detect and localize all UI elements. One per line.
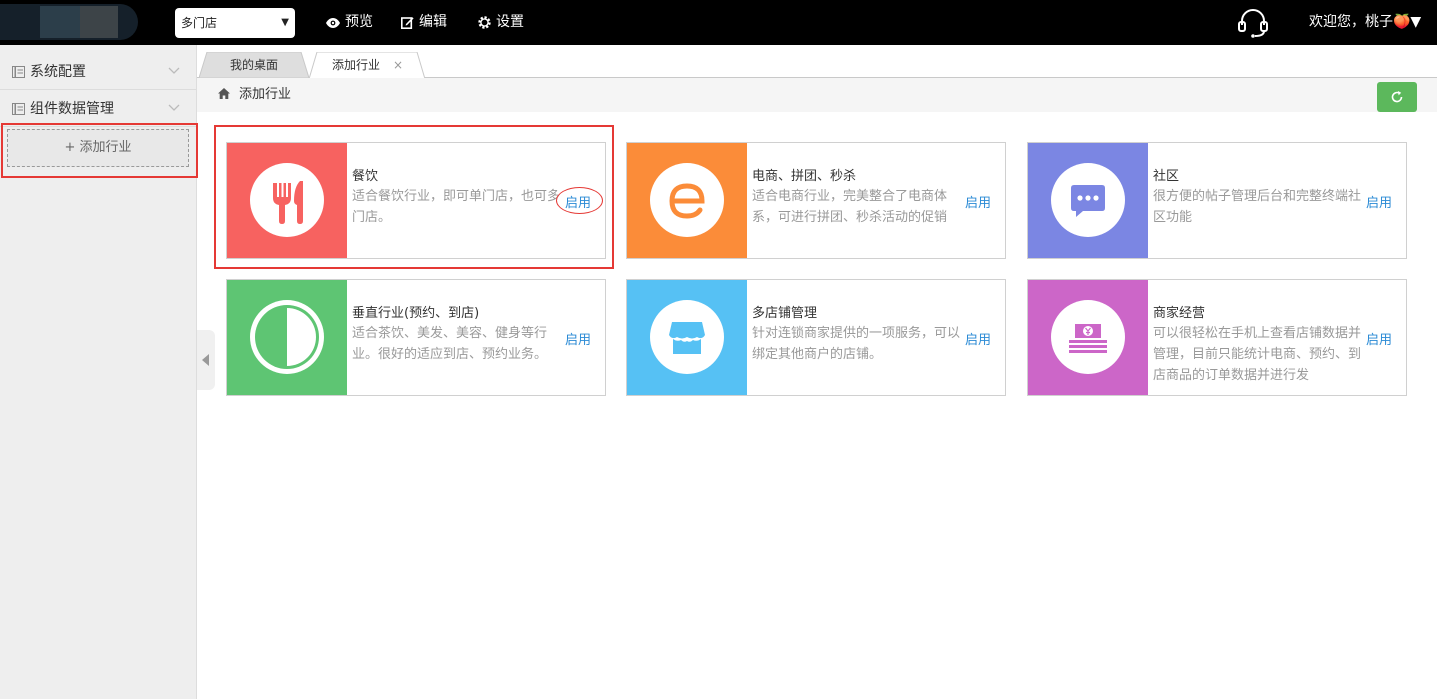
list-icon	[12, 103, 25, 115]
enable-button[interactable]: 启用	[565, 329, 591, 348]
card-thumbnail	[1028, 280, 1148, 395]
breadcrumb-current: 添加行业	[239, 87, 292, 102]
gear-icon	[478, 16, 491, 29]
sidebar-group-label: 系统配置	[30, 64, 86, 80]
enable-button[interactable]: 启用	[965, 192, 991, 211]
refresh-button[interactable]	[1377, 82, 1417, 112]
edit-button[interactable]: 编辑	[401, 0, 447, 45]
chevron-down-icon	[168, 104, 180, 111]
industry-card-community: 社区 很方便的帖子管理后台和完整终端社区功能 启用	[1027, 142, 1407, 259]
eye-icon	[326, 17, 340, 28]
card-thumbnail	[227, 280, 347, 395]
list-icon	[12, 66, 25, 78]
settings-button[interactable]: 设置	[478, 0, 524, 45]
logo	[0, 4, 140, 40]
fork-knife-icon	[273, 181, 303, 224]
store-type-select-value: 多门店	[181, 16, 218, 30]
card-description: 适合餐饮行业，即可单门店，也可多门店。	[352, 189, 561, 225]
card-title: 多店铺管理	[752, 306, 818, 321]
enable-button[interactable]: 启用	[1366, 192, 1392, 211]
settings-label: 设置	[496, 14, 524, 30]
sidebar-collapse-handle[interactable]	[197, 330, 215, 390]
tab-add-industry[interactable]: 添加行业 ×	[309, 52, 425, 79]
industry-card-vertical: 垂直行业(预约、到店) 适合茶饮、美发、美容、健身等行业。很好的适应到店、预约业…	[226, 279, 606, 396]
sidebar-group-label: 组件数据管理	[30, 101, 114, 117]
ecommerce-e-icon	[669, 183, 705, 219]
card-title: 餐饮	[352, 169, 379, 184]
tab-close-icon[interactable]: ×	[393, 52, 403, 78]
collapse-arrow-icon	[202, 354, 209, 366]
card-description: 很方便的帖子管理后台和完整终端社区功能	[1153, 189, 1362, 225]
highlight-annotation: + 添加行业	[1, 123, 198, 178]
tab-label: 添加行业	[331, 58, 380, 72]
store-type-select[interactable]: 多门店 ▼	[175, 8, 295, 38]
card-description: 可以很轻松在手机上查看店铺数据并管理，目前只能统计电商、预约、到店商品的订单数据…	[1153, 326, 1362, 383]
tab-bar: 我的桌面 添加行业 ×	[197, 45, 1437, 79]
home-icon[interactable]	[218, 88, 230, 99]
industry-card-ecommerce: 电商、拼团、秒杀 适合电商行业，完美整合了电商体系，可进行拼团、秒杀活动的促销 …	[626, 142, 1006, 259]
dropdown-arrow-icon: ▼	[281, 17, 289, 28]
card-title: 商家经营	[1153, 306, 1206, 321]
refresh-icon	[1391, 91, 1403, 103]
industry-card-merchant: 商家经营 可以很轻松在手机上查看店铺数据并管理，目前只能统计电商、预约、到店商品…	[1027, 279, 1407, 396]
money-stack-icon	[1069, 324, 1107, 353]
edit-icon	[401, 17, 414, 29]
edit-label: 编辑	[419, 14, 447, 30]
chevron-down-icon	[168, 67, 180, 74]
card-thumbnail	[627, 143, 747, 258]
breadcrumb: 添加行业	[197, 78, 1437, 112]
card-description: 针对连锁商家提供的一项服务，可以绑定其他商户的店铺。	[752, 326, 961, 362]
card-thumbnail	[627, 280, 747, 395]
card-title: 垂直行业(预约、到店)	[352, 306, 480, 321]
preview-label: 预览	[345, 14, 373, 30]
highlight-annotation	[556, 187, 603, 214]
preview-button[interactable]: 预览	[326, 0, 373, 45]
user-menu[interactable]: 欢迎您，桃子🍑▼	[1309, 0, 1421, 45]
top-navbar: 多门店 ▼ 预览 编辑 设置 欢迎您，桃子🍑▼	[0, 0, 1437, 45]
card-description: 适合电商行业，完美整合了电商体系，可进行拼团、秒杀活动的促销	[752, 189, 948, 225]
enable-button[interactable]: 启用	[1366, 329, 1392, 348]
card-thumbnail	[1028, 143, 1148, 258]
half-circle-icon	[250, 300, 324, 374]
card-description: 适合茶饮、美发、美容、健身等行业。很好的适应到店、预约业务。	[352, 326, 548, 362]
card-title: 社区	[1153, 169, 1180, 184]
storefront-icon	[669, 322, 705, 354]
card-title: 电商、拼团、秒杀	[752, 169, 857, 184]
sidebar-group-component-data[interactable]: 组件数据管理	[0, 91, 196, 127]
industry-card-catering: 餐饮 适合餐饮行业，即可单门店，也可多门店。 启用	[226, 142, 606, 259]
card-thumbnail	[227, 143, 347, 258]
sidebar: 系统配置 组件数据管理 + 添加行业	[0, 45, 198, 699]
enable-button[interactable]: 启用	[965, 329, 991, 348]
headset-icon[interactable]	[1237, 8, 1269, 38]
chat-bubble-icon	[1071, 185, 1105, 217]
tab-label: 我的桌面	[229, 58, 278, 72]
sidebar-group-system-config[interactable]: 系统配置	[0, 54, 196, 90]
add-industry-button[interactable]: + 添加行业	[7, 129, 189, 167]
tab-my-desktop[interactable]: 我的桌面	[199, 52, 309, 78]
industry-card-multi-store: 多店铺管理 针对连锁商家提供的一项服务，可以绑定其他商户的店铺。 启用	[626, 279, 1006, 396]
